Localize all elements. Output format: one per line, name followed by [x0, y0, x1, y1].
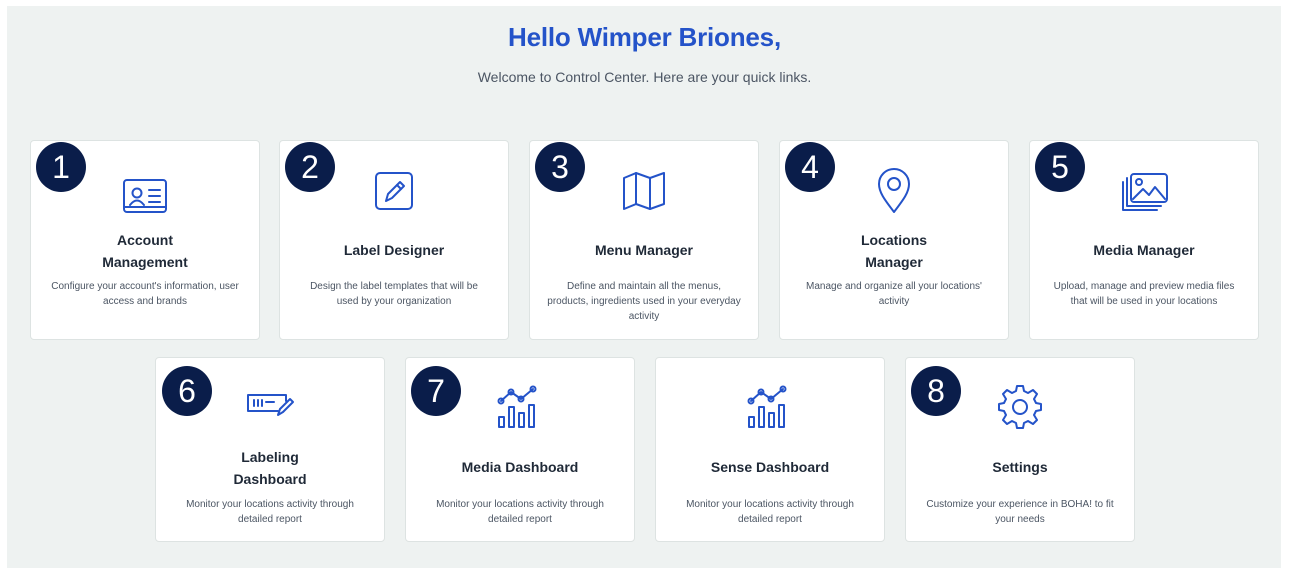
card-description-line2: detailed report	[238, 514, 302, 525]
card-description-line2: that will be used in your locations	[1070, 296, 1218, 307]
card-title: Menu Manager	[594, 242, 693, 258]
step-badge-4: 4	[785, 142, 835, 192]
card-title-line2: Management	[102, 254, 188, 270]
step-badge-1: 1	[36, 142, 86, 192]
card-title-line2: Manager	[865, 254, 923, 270]
card-title: Media Dashboard	[461, 459, 579, 475]
card-description-line2: detailed report	[738, 514, 802, 525]
card-title: Sense Dashboard	[710, 459, 830, 475]
card-description-line2: access and brands	[103, 296, 187, 307]
step-badge-7: 7	[411, 366, 461, 416]
sense-dashboard-card[interactable]: Sense Dashboard Monitor your locations a…	[655, 357, 885, 542]
card-description-line1: Upload, manage and preview media files	[1053, 281, 1235, 292]
step-badge-5: 5	[1035, 142, 1085, 192]
greeting-title: Hello Wimper Briones,	[508, 22, 781, 52]
card-title-line1: Locations	[860, 232, 928, 248]
card-description-line1: Manage and organize all your locations'	[806, 281, 982, 292]
card-description-line3: activity	[628, 311, 660, 322]
card-description-line2: activity	[878, 296, 910, 307]
card-title: Settings	[992, 459, 1048, 475]
card-title: Label Designer	[343, 242, 445, 258]
card-description-line1: Define and maintain all the menus,	[567, 281, 721, 292]
bar-chart-trend-icon	[656, 382, 884, 432]
card-description-line1: Monitor your locations activity through	[686, 499, 854, 510]
card-description-line1: Design the label templates that will be	[310, 281, 478, 292]
card-title-line1: Account	[117, 232, 173, 248]
step-badge-8: 8	[911, 366, 961, 416]
step-badge-3: 3	[535, 142, 585, 192]
card-description-line2: products, ingredients used in your every…	[547, 296, 741, 307]
step-badge-6: 6	[162, 366, 212, 416]
card-description-line2: detailed report	[488, 514, 552, 525]
card-title: Media Manager	[1093, 242, 1195, 258]
card-title-line2: Dashboard	[233, 471, 307, 487]
card-description-line1: Monitor your locations activity through	[186, 499, 354, 510]
card-description-line2: used by your organization	[336, 296, 452, 307]
card-description-line1: Configure your account's information, us…	[51, 281, 239, 292]
welcome-subtitle: Welcome to Control Center. Here are your…	[477, 69, 812, 85]
card-description-line1: Customize your experience in BOHA! to fi…	[926, 499, 1114, 510]
card-title-line1: Labeling	[241, 449, 299, 465]
card-description-line1: Monitor your locations activity through	[436, 499, 604, 510]
card-description-line2: your needs	[995, 514, 1045, 525]
step-badge-2: 2	[285, 142, 335, 192]
